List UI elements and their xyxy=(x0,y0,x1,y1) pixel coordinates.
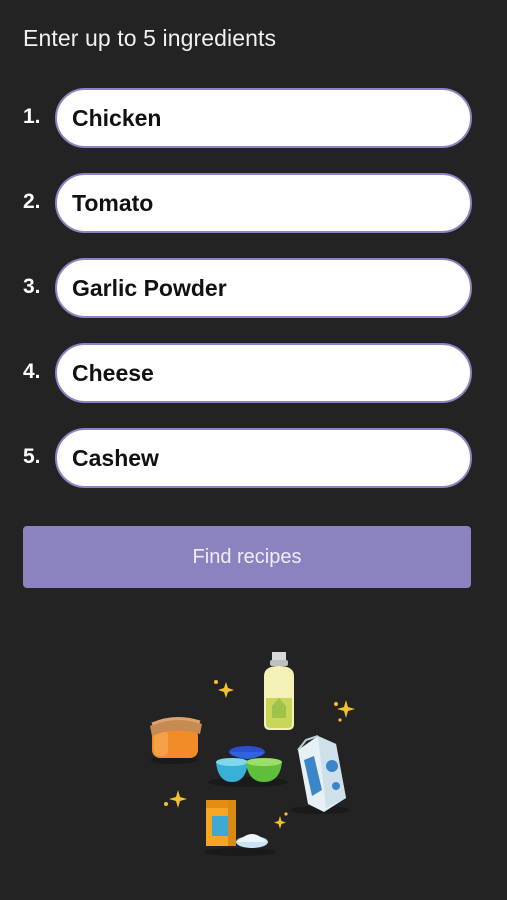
ingredient-input-4[interactable] xyxy=(57,345,452,401)
pantry-ingredients-illustration xyxy=(150,652,355,856)
spice-box-icon xyxy=(206,800,236,846)
ingredient-field-container xyxy=(55,88,472,148)
ingredient-input-1[interactable] xyxy=(57,90,452,146)
sparkle-icon xyxy=(274,812,288,829)
ingredient-number: 1. xyxy=(23,105,41,128)
bowls-icon xyxy=(216,746,282,782)
ingredient-number: 5. xyxy=(23,445,41,468)
ingredient-number: 3. xyxy=(23,275,41,298)
ingredient-field-container xyxy=(55,173,472,233)
ingredient-row-4: 4. xyxy=(0,343,507,403)
ingredient-entry-screen: Enter up to 5 ingredients 1. 2. 3. 4. 5.… xyxy=(0,0,507,900)
salt-pile-icon xyxy=(236,834,268,848)
ingredient-number: 4. xyxy=(23,360,41,383)
ingredient-input-5[interactable] xyxy=(57,430,452,486)
ingredient-field-container xyxy=(55,258,472,318)
shadow-shape xyxy=(204,848,276,856)
ingredient-field-container xyxy=(55,343,472,403)
page-title: Enter up to 5 ingredients xyxy=(23,25,277,51)
sparkle-icon xyxy=(164,790,187,808)
sparkle-icon xyxy=(214,680,234,698)
ingredient-row-1: 1. xyxy=(0,88,507,148)
ingredient-input-2[interactable] xyxy=(57,175,452,231)
jar-icon xyxy=(150,717,202,758)
find-recipes-button[interactable]: Find recipes xyxy=(23,526,471,588)
ingredient-row-5: 5. xyxy=(0,428,507,488)
milk-carton-icon xyxy=(297,735,346,812)
oil-bottle-icon xyxy=(264,652,294,730)
ingredient-number: 2. xyxy=(23,190,41,213)
shadow-shape xyxy=(208,777,288,787)
ingredient-input-3[interactable] xyxy=(57,260,452,316)
ingredient-row-3: 3. xyxy=(0,258,507,318)
ingredient-row-2: 2. xyxy=(0,173,507,233)
sparkle-icon xyxy=(334,700,355,722)
ingredient-field-container xyxy=(55,428,472,488)
